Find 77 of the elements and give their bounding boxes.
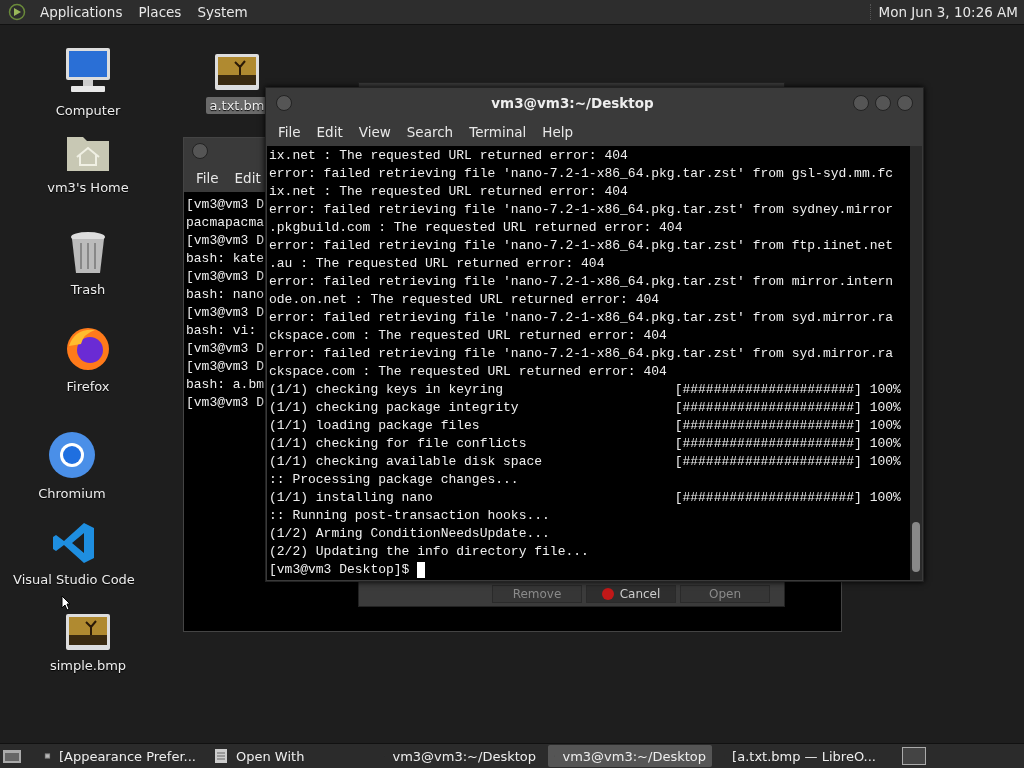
terminal-line: [vm3@vm3 D [186,394,264,412]
panel-menu[interactable]: System [189,4,256,20]
menu-item[interactable]: File [188,170,227,186]
text-cursor [417,562,426,578]
mouse-pointer-icon [61,595,71,611]
terminal-line: error: failed retrieving file 'nano-7.2-1-x86_64.pkg.tar.zst' from syd.mirror.ra [269,309,895,327]
terminal-line: ckspace.com : The requested URL returned error: 404 [269,327,668,345]
menu-item[interactable]: Edit [308,124,351,140]
icon-label[interactable]: Firefox [63,378,113,395]
terminal-line: bash: nano [186,286,264,304]
panel-menu[interactable]: Places [130,4,190,20]
menu-item[interactable]: Help [534,124,582,140]
image-file-icon[interactable] [65,613,111,651]
terminal-line: [vm3@vm3 D [186,340,264,358]
terminal-line: (1/1) installing nano [######################] 100% [269,489,902,507]
terminal-line: bash: vi: [186,322,257,340]
terminal-line: [vm3@vm3 D [186,358,264,376]
document-icon [214,748,228,764]
taskbar-button[interactable]: [a.txt.bmp — LibreO... [718,745,882,767]
terminal-line: ix.net : The requested URL returned error: 404 [269,183,629,201]
terminal-line: (1/1) checking package integrity [######################] 100% [269,399,902,417]
workspace-switcher[interactable] [902,747,926,765]
terminal-line: (1/1) checking keys in keyring [######################] 100% [269,381,902,399]
terminal-prompt: [vm3@vm3 Desktop]$ [269,561,411,579]
terminal-line: [vm3@vm3 D [186,304,264,322]
window-title: vm3@vm3:~/Desktop [490,95,655,111]
terminal-line: ode.on.net : The requested URL returned error: 404 [269,291,661,309]
trash-icon[interactable] [69,231,107,275]
terminal-line: (1/1) checking for file conflicts [######################] 100% [269,435,902,453]
icon-label[interactable]: a.txt.bm [206,97,268,114]
terminal-line: error: failed retrieving file 'nano-7.2-1-x86_64.pkg.tar.zst' from gsl-syd.mm.fc [269,165,895,183]
terminal-line: bash: kate [186,250,264,268]
terminal-line: .pkgbuild.com : The requested URL returned error: 404 [269,219,684,237]
icon-label[interactable]: Visual Studio Code [10,571,138,588]
terminal-line: [vm3@vm3 D [186,196,264,214]
icon-label[interactable]: Trash [67,281,109,298]
taskbar-button[interactable]: vm3@vm3:~/Desktop [548,745,712,767]
icon-label[interactable]: Computer [52,102,124,119]
menu-item[interactable]: Search [398,124,462,140]
terminal-line: bash: a.bm [186,376,264,394]
icon-label[interactable]: Chromium [35,485,109,502]
cancel-icon [601,588,614,600]
terminal-line: error: failed retrieving file 'nano-7.2-1-x86_64.pkg.tar.zst' from syd.mirror.ra [269,345,895,363]
panel-menu[interactable]: Applications [32,4,131,20]
menu-item[interactable]: Edit [226,170,269,186]
menu-item[interactable]: Terminal [461,124,535,140]
terminal-line: .au : The requested URL returned error: 404 [269,255,606,273]
terminal-line: ckspace.com : The requested URL returned error: 404 [269,363,668,381]
logo-icon[interactable] [8,3,26,21]
terminal-line: (1/1) checking available disk space [######################] 100% [269,453,902,471]
image-file-icon[interactable] [214,53,260,91]
terminal-line: (1/2) Arming ConditionNeedsUpdate... [269,525,551,543]
browser-icon[interactable] [48,431,96,479]
icon-label[interactable]: vm3's Home [44,179,132,196]
terminal-line: [vm3@vm3 D [186,268,264,286]
taskbar-button[interactable]: [Appearance Prefer... [38,745,202,767]
show-desktop-icon[interactable] [2,748,22,764]
terminal-line: (1/1) loading package files [######################] 100% [269,417,902,435]
menu-item[interactable]: File [270,124,309,140]
terminal-line: pacmapacma [186,214,264,232]
scrollbar[interactable] [910,146,922,580]
terminal-line: ix.net : The requested URL returned error: 404 [269,147,629,165]
terminal-line: error: failed retrieving file 'nano-7.2-1-x86_64.pkg.tar.zst' from mirror.intern [269,273,895,291]
terminal-line: :: Processing package changes... [269,471,520,489]
taskbar-button[interactable]: vm3@vm3:~/Desktop [378,745,542,767]
clock[interactable]: Mon Jun 3, 10:26 AM [869,4,1024,20]
terminal-line: error: failed retrieving file 'nano-7.2-1-x86_64.pkg.tar.zst' from sydney.mirror [269,201,895,219]
icon-label[interactable]: simple.bmp [46,657,130,674]
terminal-line: [vm3@vm3 D [186,232,264,250]
terminal-line: (2/2) Updating the info directory file... [269,543,590,561]
menu-item[interactable]: View [350,124,399,140]
code-editor-icon[interactable] [52,521,96,565]
browser-icon[interactable] [65,326,111,372]
dialog-button[interactable]: Cancel [586,585,676,603]
taskbar-button[interactable]: Open With [208,745,372,767]
terminal-line: :: Running post-transaction hooks... [269,507,551,525]
terminal-line: error: failed retrieving file 'nano-7.2-1-x86_64.pkg.tar.zst' from ftp.iinet.net [269,237,895,255]
